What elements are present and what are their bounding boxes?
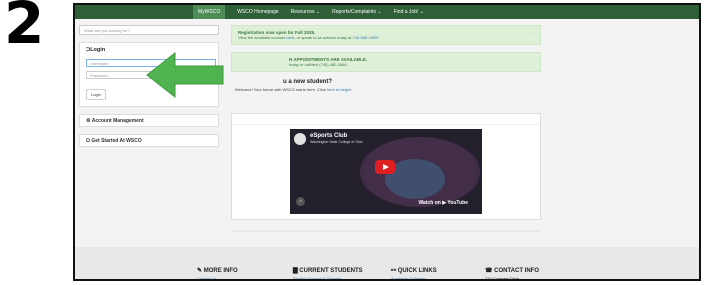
quick-links-title-text: QUICK LINKS — [397, 268, 437, 274]
divider — [231, 230, 541, 232]
login-button[interactable]: Login — [86, 89, 106, 100]
pointer-arrow-icon — [146, 51, 224, 99]
appointments-alert: N APPOINTMENTS ARE AVAILABLE. today or c… — [231, 52, 541, 72]
student-support-link[interactable]: Student Support & Tutoring — [293, 276, 363, 279]
nav-mywsco[interactable]: MyWSCO — [193, 5, 226, 19]
nav-wsco-homepage[interactable]: WSCO Homepage — [237, 9, 278, 15]
power-icon: ⏻ — [86, 138, 90, 144]
video-title: eSports Club — [310, 133, 348, 139]
top-navigation-bar: MyWSCO WSCO Homepage Resources ⌄ Reports… — [75, 5, 699, 19]
search-input[interactable]: What are you looking for? — [79, 25, 219, 35]
video-subtitle: Washington State College of Ohio — [310, 140, 363, 144]
more-info-title-text: MORE INFO — [203, 268, 238, 274]
contact-info-title-text: CONTACT INFO — [494, 268, 540, 274]
footer-contact-info-title: ☎ CONTACT INFO — [485, 267, 539, 274]
video-card: eSports Club Washington State College of… — [231, 113, 541, 220]
footer-current-students: ▇ CURRENT STUDENTS Student Support & Tut… — [293, 267, 363, 279]
footer-quick-links: ⚯ QUICK LINKS Academic Calendar — [391, 267, 437, 279]
registration-alert: Registration now open for Fall 2025. Vie… — [231, 25, 541, 45]
step-number: 2 — [4, 0, 45, 57]
footer-quick-links-title: ⚯ QUICK LINKS — [391, 267, 437, 274]
phone-icon: ☎ — [485, 268, 493, 274]
nav-resources[interactable]: Resources ⌄ — [291, 9, 320, 15]
footer: ✎ MORE INFO Contact Us ▇ CURRENT STUDENT… — [75, 247, 699, 281]
footer-contact-info: ☎ CONTACT INFO 710 Colegate Drive — [485, 267, 539, 281]
registration-text-2: , or speak to an advisor today at — [294, 35, 353, 40]
nav-find-a-job[interactable]: Find a Job! ⌄ — [394, 9, 424, 15]
close-icon[interactable]: × — [532, 30, 534, 35]
account-management-item[interactable]: ⚙ Account Management — [79, 114, 219, 127]
gear-icon: ⚙ — [86, 118, 91, 124]
close-icon[interactable]: × — [532, 57, 534, 62]
current-students-title-text: CURRENT STUDENTS — [299, 268, 363, 274]
nav-reports-complaints[interactable]: Reports/Complaints ⌄ — [332, 9, 382, 15]
video-embed[interactable]: eSports Club Washington State College of… — [290, 129, 482, 214]
link-icon: ⚯ — [391, 268, 397, 274]
book-icon: ▇ — [293, 268, 298, 274]
registration-text-1: View the available courses — [238, 35, 287, 40]
appointments-alert-text: today or call/text (740) 480-3966. — [289, 62, 348, 67]
watch-on-youtube[interactable]: Watch on ▶ YouTube — [419, 200, 469, 206]
contact-us-link[interactable]: Contact Us — [197, 276, 238, 279]
browser-screenshot-frame: MyWSCO WSCO Homepage Resources ⌄ Reports… — [73, 3, 701, 281]
get-started-label: Get Started At WSCO — [91, 138, 142, 144]
advisor-phone-link[interactable]: 740-568-1900 — [352, 35, 377, 40]
account-management-label: Account Management — [91, 118, 144, 124]
play-icon[interactable] — [375, 160, 395, 174]
get-started-item[interactable]: ⏻ Get Started At WSCO — [79, 134, 219, 147]
footer-more-info: ✎ MORE INFO Contact Us — [197, 267, 238, 279]
new-student-text: Welcome! Your future with WSCO starts he… — [235, 87, 541, 92]
new-student-text-1: Welcome! Your future with WSCO starts he… — [235, 87, 327, 92]
academic-calendar-link[interactable]: Academic Calendar — [391, 276, 437, 279]
pin-icon: ✎ — [197, 268, 203, 274]
new-student-title: u a new student? — [283, 79, 333, 85]
footer-current-students-title: ▇ CURRENT STUDENTS — [293, 267, 363, 274]
new-student-section: u a new student? Welcome! Your future wi… — [231, 79, 541, 92]
footer-more-info-title: ✎ MORE INFO — [197, 267, 238, 274]
watch-later-icon[interactable]: ⏱ — [296, 197, 305, 206]
address-text: 710 Colegate Drive — [485, 276, 520, 281]
registration-text-3: ! — [377, 35, 379, 40]
channel-avatar — [294, 133, 306, 145]
main-content: Registration now open for Fall 2025. Vie… — [231, 25, 541, 92]
new-student-text-2: ! — [350, 87, 352, 92]
begin-link[interactable]: here to begin — [327, 87, 350, 92]
login-title-text: Login — [90, 47, 106, 53]
video-card-header — [232, 114, 540, 125]
